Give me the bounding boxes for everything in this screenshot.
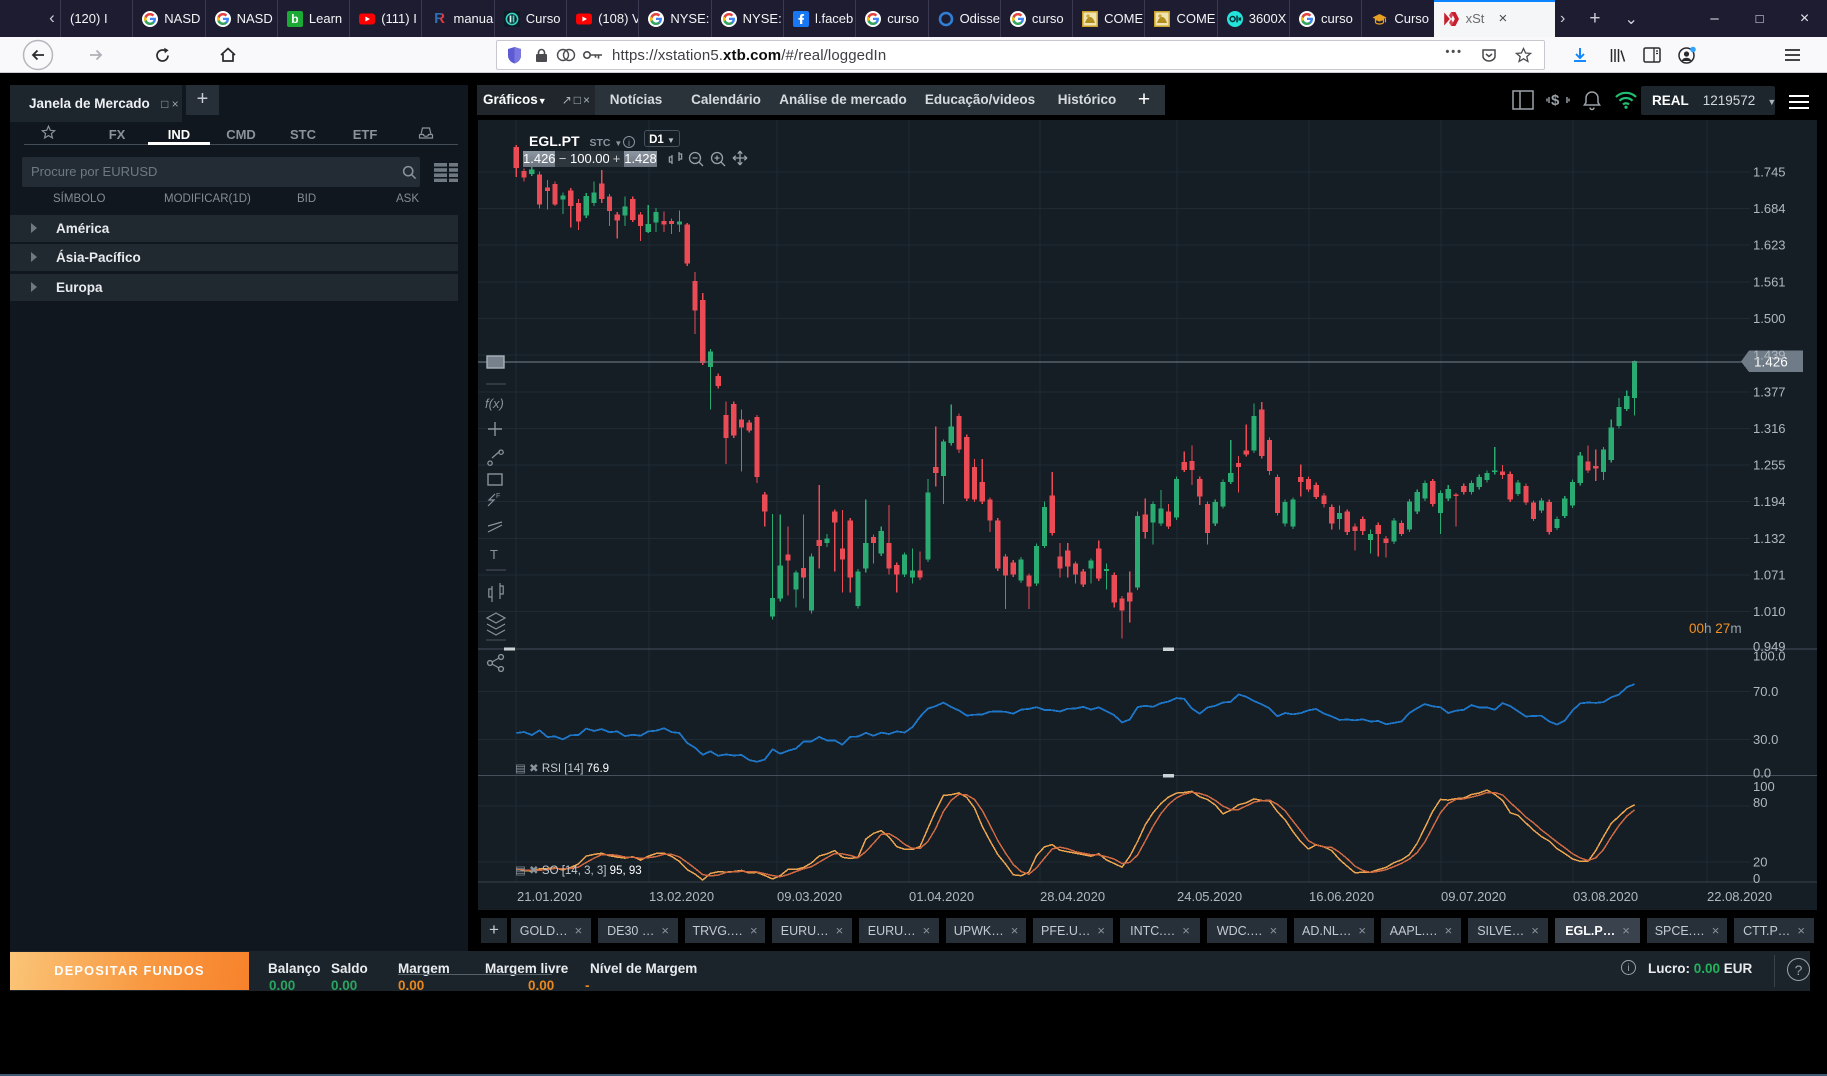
svg-text:100: 100 bbox=[1753, 779, 1775, 794]
svg-text:1.623: 1.623 bbox=[1753, 238, 1786, 253]
svg-text:1.132: 1.132 bbox=[1753, 531, 1786, 546]
svg-text:01.04.2020: 01.04.2020 bbox=[909, 889, 974, 904]
svg-text:22.08.2020: 22.08.2020 bbox=[1707, 889, 1772, 904]
svg-text:1.500: 1.500 bbox=[1753, 311, 1786, 326]
svg-text:1.439: 1.439 bbox=[1753, 348, 1786, 363]
svg-text:1.316: 1.316 bbox=[1753, 421, 1786, 436]
svg-text:1.194: 1.194 bbox=[1753, 494, 1786, 509]
svg-text:80: 80 bbox=[1753, 795, 1767, 810]
svg-text:28.04.2020: 28.04.2020 bbox=[1040, 889, 1105, 904]
svg-text:f(x): f(x) bbox=[485, 396, 504, 411]
svg-text:13.02.2020: 13.02.2020 bbox=[649, 889, 714, 904]
svg-text:$: $ bbox=[1551, 92, 1560, 109]
svg-text:09.07.2020: 09.07.2020 bbox=[1441, 889, 1506, 904]
svg-text:1.684: 1.684 bbox=[1753, 201, 1786, 216]
svg-text:1.561: 1.561 bbox=[1753, 275, 1786, 290]
svg-text:T: T bbox=[490, 547, 498, 562]
svg-text:30.0: 30.0 bbox=[1753, 732, 1778, 747]
svg-text:20: 20 bbox=[1753, 855, 1767, 870]
svg-text:03.08.2020: 03.08.2020 bbox=[1573, 889, 1638, 904]
svg-text:1.255: 1.255 bbox=[1753, 458, 1786, 473]
svg-text:1.071: 1.071 bbox=[1753, 568, 1786, 583]
svg-text:1.010: 1.010 bbox=[1753, 604, 1786, 619]
svg-text:16.06.2020: 16.06.2020 bbox=[1309, 889, 1374, 904]
svg-text:21.01.2020: 21.01.2020 bbox=[517, 889, 582, 904]
svg-text:00h 27m: 00h 27m bbox=[1689, 621, 1742, 636]
svg-text:F: F bbox=[496, 493, 500, 500]
svg-text:1.377: 1.377 bbox=[1753, 385, 1786, 400]
svg-text:70.0: 70.0 bbox=[1753, 684, 1778, 699]
svg-text:0: 0 bbox=[1753, 871, 1760, 886]
svg-text:100.0: 100.0 bbox=[1753, 649, 1786, 664]
svg-text:24.05.2020: 24.05.2020 bbox=[1177, 889, 1242, 904]
svg-text:1.745: 1.745 bbox=[1753, 165, 1786, 180]
svg-text:09.03.2020: 09.03.2020 bbox=[777, 889, 842, 904]
